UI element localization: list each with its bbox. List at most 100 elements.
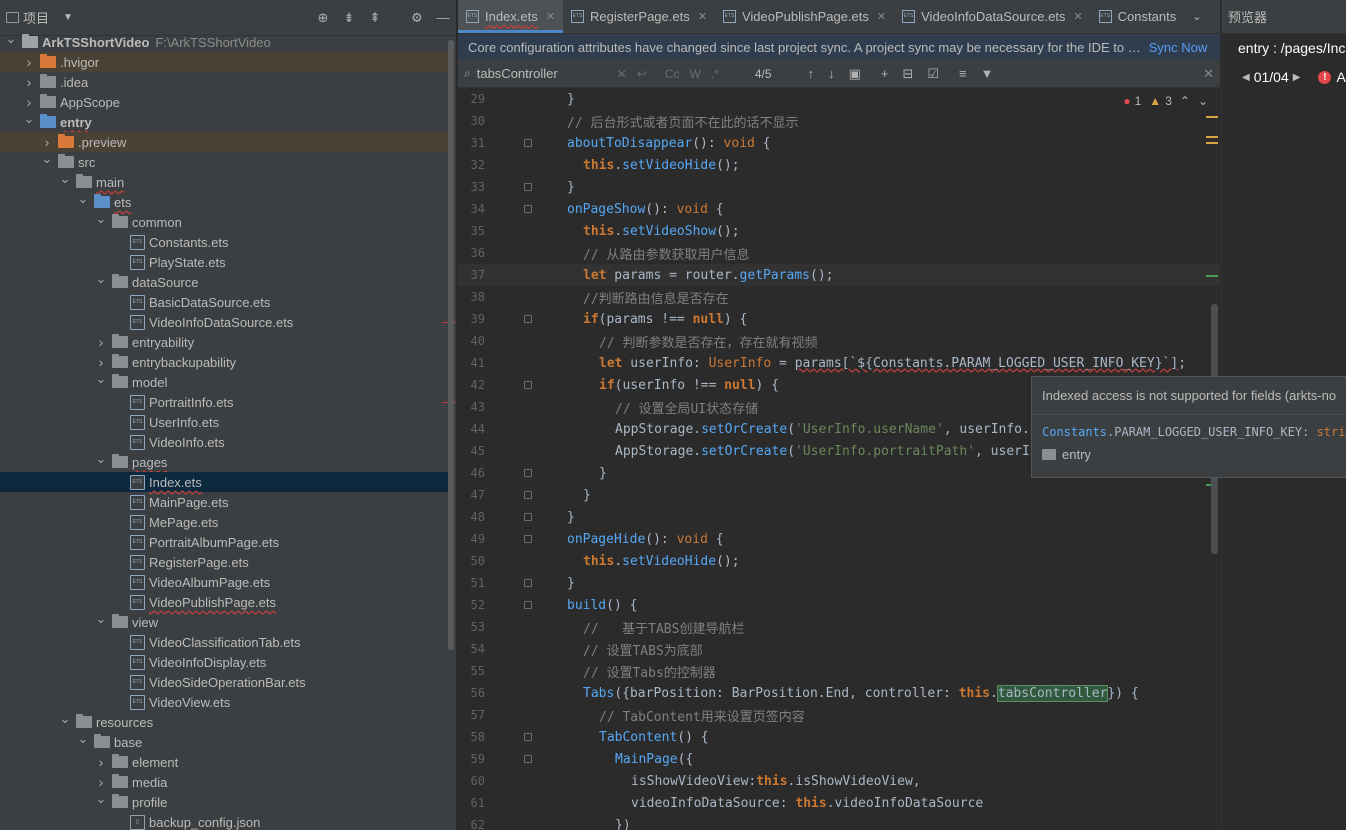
code-line[interactable]: 36 // 从路由参数获取用户信息 xyxy=(458,242,1220,264)
sync-now-link[interactable]: Sync Now xyxy=(1149,40,1208,55)
code-line[interactable]: 48} xyxy=(458,506,1220,528)
error-icon[interactable]: ! xyxy=(1318,70,1332,84)
select-all-matches-icon[interactable]: ☑ xyxy=(927,66,939,82)
chevron-right-icon[interactable]: › xyxy=(40,134,54,150)
code-line[interactable]: 29} xyxy=(458,88,1220,110)
chevron-down-icon[interactable]: ⌄ xyxy=(22,111,36,127)
previewer-route[interactable]: entry : /pages/Inc xyxy=(1222,34,1346,62)
chevron-down-icon[interactable]: ⌄ xyxy=(94,611,108,627)
tree-file-item[interactable]: ETS Index.ets xyxy=(0,472,448,492)
tree-file-item[interactable]: ETS PortraitAlbumPage.ets xyxy=(0,532,448,552)
tree-folder-item[interactable]: ⌄ base xyxy=(0,731,448,752)
tree-folder-item[interactable]: ⌄ src xyxy=(0,151,448,172)
editor-tab[interactable]: ETS Index.ets ✕ xyxy=(458,0,563,33)
previewer-error-label[interactable]: A xyxy=(1336,69,1345,85)
fold-marker-icon[interactable] xyxy=(524,381,532,389)
code-line[interactable]: 59 MainPage({ xyxy=(458,748,1220,770)
tree-file-item[interactable]: ETS VideoInfoDataSource.ets xyxy=(0,312,456,332)
code-line[interactable]: 50 this.setVideoHide(); xyxy=(458,550,1220,572)
close-icon[interactable]: ✕ xyxy=(1073,10,1082,23)
fold-marker-icon[interactable] xyxy=(524,755,532,763)
chevron-down-icon[interactable]: ⌄ xyxy=(1198,94,1208,108)
code-line[interactable]: 52 build() { xyxy=(458,594,1220,616)
tree-folder-item[interactable]: › .hvigor xyxy=(0,52,448,72)
warning-stripe[interactable] xyxy=(1206,136,1218,138)
code-line[interactable]: 56 Tabs({barPosition: BarPosition.End, co… xyxy=(458,682,1220,704)
code-line[interactable]: 37 let params = router.getParams(); xyxy=(458,264,1220,286)
code-line[interactable]: 35 this.setVideoShow(); xyxy=(458,220,1220,242)
close-icon[interactable]: ✕ xyxy=(698,10,707,23)
chevron-down-icon[interactable]: ⌄ xyxy=(58,711,72,727)
code-line[interactable]: 62}) xyxy=(458,814,1220,830)
tree-folder-item[interactable]: › media xyxy=(0,772,448,792)
chevron-right-icon[interactable]: › xyxy=(22,94,36,110)
search-input[interactable]: tabsController xyxy=(477,66,617,81)
hide-panel-icon[interactable]: — xyxy=(436,10,450,25)
code-line[interactable]: 51} xyxy=(458,572,1220,594)
tree-file-item[interactable]: ETS VideoSideOperationBar.ets xyxy=(0,672,448,692)
code-line[interactable]: 41 let userInfo: UserInfo = params[`${Con… xyxy=(458,352,1220,374)
tree-folder-item[interactable]: ⌄ ArkTSShortVideo F:\ArkTSShortVideo xyxy=(0,31,448,52)
more-options-icon[interactable]: ⋮ xyxy=(1217,10,1220,23)
tree-file-item[interactable]: ETS MainPage.ets xyxy=(0,492,448,512)
tree-file-item[interactable]: ETS VideoClassificationTab.ets xyxy=(0,632,448,652)
code-line[interactable]: 34 onPageShow(): void { xyxy=(458,198,1220,220)
tree-file-item[interactable]: ETS PortraitInfo.ets xyxy=(0,392,456,412)
locate-icon[interactable]: ⊕ xyxy=(316,10,330,26)
fold-marker-icon[interactable] xyxy=(524,491,532,499)
tree-folder-item[interactable]: › entryability xyxy=(0,332,448,352)
previous-page-icon[interactable]: ◀ xyxy=(1242,72,1250,83)
code-line[interactable]: 49 onPageHide(): void { xyxy=(458,528,1220,550)
project-scrollbar[interactable] xyxy=(448,40,454,650)
chevron-down-icon[interactable]: ⌄ xyxy=(94,211,108,227)
change-stripe[interactable] xyxy=(1206,275,1218,277)
chevron-down-icon[interactable]: ⌄ xyxy=(1192,10,1201,23)
tree-folder-item[interactable]: ⌄ common xyxy=(0,211,448,232)
chevron-right-icon[interactable]: › xyxy=(94,774,108,790)
chevron-right-icon[interactable]: › xyxy=(94,354,108,370)
previewer-title[interactable]: 预览器 xyxy=(1228,7,1267,26)
tree-file-item[interactable]: {} backup_config.json xyxy=(0,812,448,830)
previous-occurrence-icon[interactable]: ↑ xyxy=(808,66,815,81)
clear-search-icon[interactable]: ✕ xyxy=(617,67,627,81)
chevron-right-icon[interactable]: › xyxy=(22,54,36,70)
editor-tab[interactable]: ETS VideoInfoDataSource.ets ✕ xyxy=(894,0,1091,33)
chevron-right-icon[interactable]: › xyxy=(94,334,108,350)
tree-file-item[interactable]: ETS MePage.ets xyxy=(0,512,448,532)
chevron-down-icon[interactable]: ⌄ xyxy=(94,451,108,467)
tree-file-item[interactable]: ETS VideoView.ets xyxy=(0,692,448,712)
code-line[interactable]: 32 this.setVideoHide(); xyxy=(458,154,1220,176)
chevron-down-icon[interactable]: ⌄ xyxy=(94,371,108,387)
chevron-down-icon[interactable]: ⌄ xyxy=(58,171,72,187)
code-line[interactable]: 40 // 判断参数是否存在，存在就有视频 xyxy=(458,330,1220,352)
tree-folder-item[interactable]: › AppScope xyxy=(0,92,448,112)
tree-folder-item[interactable]: › element xyxy=(0,752,448,772)
code-line[interactable]: 31 aboutToDisappear(): void { xyxy=(458,132,1220,154)
fold-marker-icon[interactable] xyxy=(524,601,532,609)
fold-marker-icon[interactable] xyxy=(524,733,532,741)
warning-stripe[interactable] xyxy=(1206,142,1218,144)
tree-folder-item[interactable]: ⌄ pages xyxy=(0,451,448,472)
close-icon[interactable]: ✕ xyxy=(877,10,886,23)
chevron-down-icon[interactable]: ▼ xyxy=(63,12,73,23)
tree-folder-item[interactable]: ⌄ profile xyxy=(0,791,448,812)
fold-marker-icon[interactable] xyxy=(524,469,532,477)
tree-file-item[interactable]: ETS VideoPublishPage.ets xyxy=(0,592,448,612)
code-line[interactable]: 61 videoInfoDataSource: this.videoInfoDat… xyxy=(458,792,1220,814)
search-icon[interactable]: ⌕ xyxy=(464,66,471,81)
tree-file-item[interactable]: ETS BasicDataSource.ets xyxy=(0,292,448,312)
filter-options-icon[interactable]: ≡ xyxy=(959,66,967,81)
tree-file-item[interactable]: ETS RegisterPage.ets xyxy=(0,552,448,572)
collapse-all-icon[interactable]: ⇞ xyxy=(368,10,382,26)
filter-icon[interactable]: ▼ xyxy=(981,66,994,81)
select-all-occurrences-icon[interactable]: ▣ xyxy=(849,66,861,82)
tree-folder-item[interactable]: ⌄ model xyxy=(0,371,448,392)
tree-file-item[interactable]: ETS PlayState.ets xyxy=(0,252,448,272)
tree-folder-item[interactable]: ⌄ resources xyxy=(0,711,448,732)
code-line[interactable]: 60 isShowVideoView:this.isShowVideoView, xyxy=(458,770,1220,792)
chevron-down-icon[interactable]: ⌄ xyxy=(94,271,108,287)
chevron-up-icon[interactable]: ⌃ xyxy=(1180,94,1190,108)
tree-folder-item[interactable]: ⌄ view xyxy=(0,611,448,632)
close-find-icon[interactable]: ✕ xyxy=(1203,66,1214,82)
editor-tab[interactable]: ETS Constants xyxy=(1091,0,1185,33)
